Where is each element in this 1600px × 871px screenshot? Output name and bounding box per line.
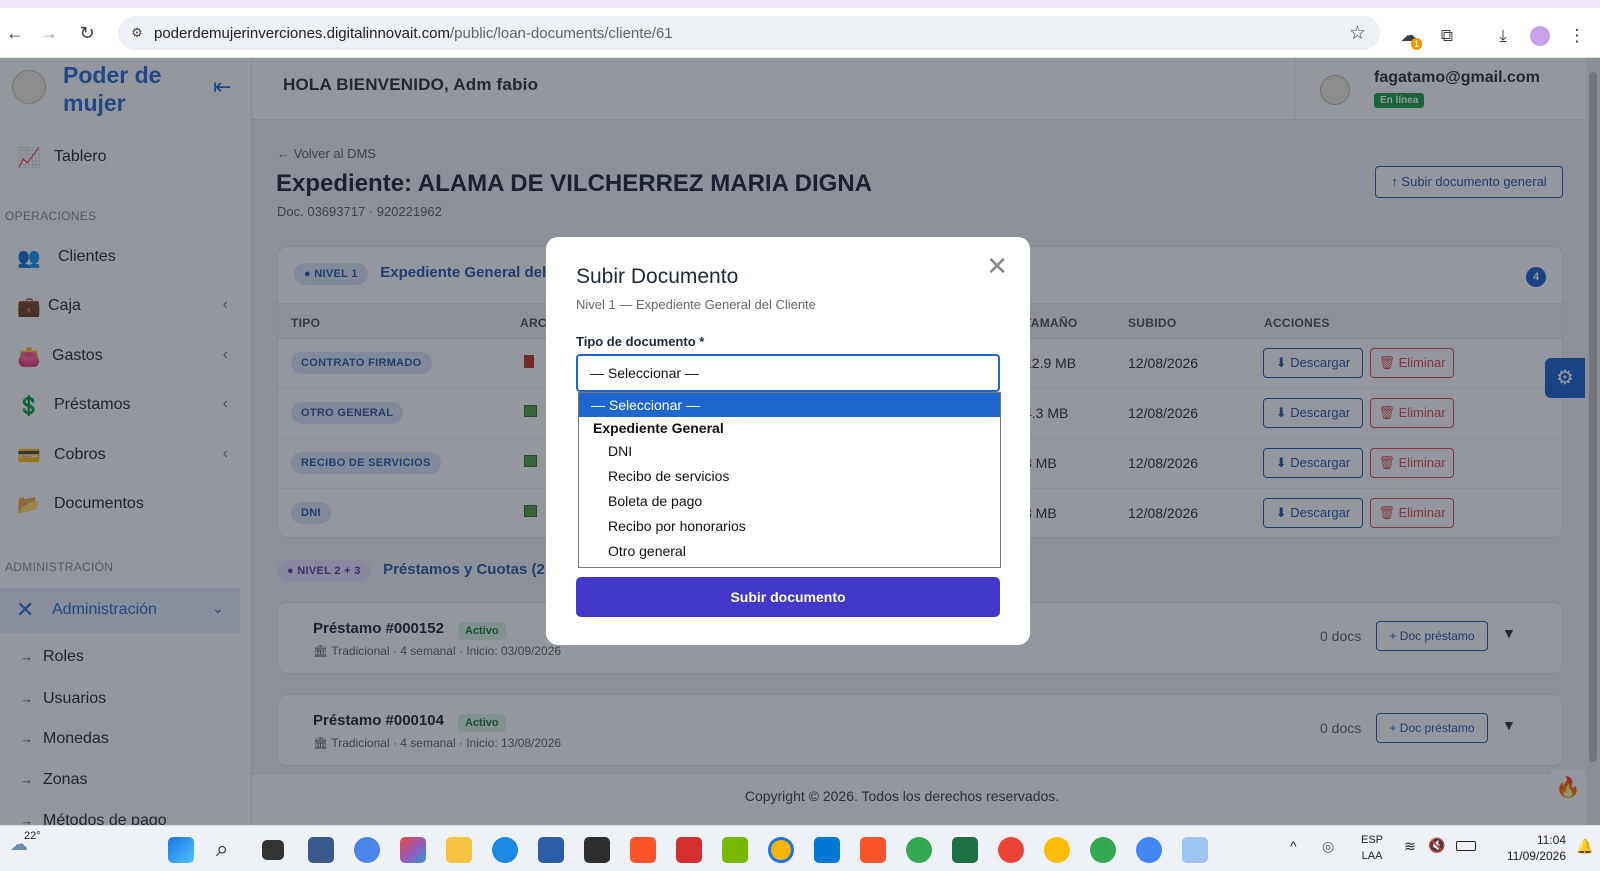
volume-muted-icon[interactable]: 🔇 bbox=[1428, 837, 1445, 854]
reload-icon[interactable]: ↻ bbox=[76, 22, 98, 44]
site-settings-icon[interactable]: ⚙ bbox=[128, 24, 146, 42]
app-icon[interactable] bbox=[584, 837, 610, 863]
document-type-select[interactable]: — Seleccionar — bbox=[576, 354, 1000, 392]
copilot-icon[interactable] bbox=[400, 837, 426, 863]
extension-icon[interactable]: ☁ 1 bbox=[1398, 25, 1422, 50]
bookmark-star-icon[interactable]: ☆ bbox=[1349, 22, 1366, 45]
chrome-icon[interactable] bbox=[768, 837, 794, 863]
tray-chevron-icon[interactable]: ^ bbox=[1290, 838, 1297, 854]
field-label: Tipo de documento * bbox=[576, 334, 705, 349]
brave-icon[interactable] bbox=[860, 837, 886, 863]
option-item[interactable]: Recibo por honorarios bbox=[579, 514, 1000, 538]
search-icon[interactable]: ⌕ bbox=[216, 836, 228, 862]
submit-upload-button[interactable]: Subir documento bbox=[576, 577, 1000, 617]
wifi-icon[interactable]: ≋ bbox=[1404, 838, 1416, 855]
chrome-icon[interactable] bbox=[1090, 837, 1116, 863]
weather-temp: 22° bbox=[24, 830, 41, 842]
store-icon[interactable] bbox=[538, 837, 564, 863]
brave-icon[interactable] bbox=[630, 837, 656, 863]
option-item[interactable]: DNI bbox=[579, 439, 1000, 463]
task-view-icon[interactable] bbox=[262, 840, 284, 860]
browser-toolbar: ← → ↻ ⚙ poderdemujerinverciones.digitali… bbox=[0, 8, 1600, 58]
os-taskbar: ☁ 22° ⌕ ^ ◎ ESP LAA ≋ 🔇 11:04 11/09/2026 🔔 bbox=[0, 825, 1600, 871]
document-type-options[interactable]: — Seleccionar — Expediente General DNI R… bbox=[578, 392, 1001, 568]
close-icon[interactable]: ✕ bbox=[986, 251, 1008, 282]
chrome-icon[interactable] bbox=[998, 837, 1024, 863]
option-item[interactable]: Recibo de servicios bbox=[579, 464, 1000, 488]
browser-tab-strip bbox=[0, 0, 1600, 8]
app-icon[interactable] bbox=[676, 837, 702, 863]
excel-icon[interactable] bbox=[952, 837, 978, 863]
clock[interactable]: 11:04 11/09/2026 bbox=[1490, 832, 1566, 864]
start-icon[interactable] bbox=[168, 837, 194, 863]
puzzle-icon[interactable]: ⧉ bbox=[1436, 25, 1458, 47]
download-icon[interactable]: ⤓ bbox=[1492, 25, 1514, 47]
language-indicator[interactable]: ESP LAA bbox=[1361, 832, 1383, 864]
modal-title: Subir Documento bbox=[576, 265, 739, 288]
back-icon[interactable]: ← bbox=[4, 22, 26, 44]
app-icon[interactable] bbox=[308, 837, 334, 863]
app-icon[interactable] bbox=[354, 837, 380, 863]
vscode-icon[interactable] bbox=[814, 837, 840, 863]
notification-bell-icon[interactable]: 🔔 bbox=[1576, 838, 1593, 855]
chrome-icon[interactable] bbox=[906, 837, 932, 863]
chrome-icon[interactable] bbox=[1136, 837, 1162, 863]
tray-app-icon[interactable]: ◎ bbox=[1322, 838, 1334, 855]
modal-subtitle: Nivel 1 — Expediente General del Cliente bbox=[576, 297, 816, 312]
optgroup-label: Expediente General bbox=[593, 420, 724, 436]
file-explorer-icon[interactable] bbox=[446, 837, 472, 863]
option-item[interactable]: Otro general bbox=[579, 539, 1000, 563]
battery-icon[interactable] bbox=[1456, 841, 1476, 851]
option-placeholder[interactable]: — Seleccionar — bbox=[579, 393, 1000, 417]
option-item[interactable]: Boleta de pago bbox=[579, 489, 1000, 513]
chrome-icon[interactable] bbox=[1044, 837, 1070, 863]
snipping-icon[interactable] bbox=[1182, 837, 1208, 863]
nvidia-icon[interactable] bbox=[722, 837, 748, 863]
forward-icon[interactable]: → bbox=[38, 22, 60, 44]
edge-icon[interactable] bbox=[492, 837, 518, 863]
address-bar[interactable]: ⚙ poderdemujerinverciones.digitalinnovai… bbox=[118, 16, 1380, 50]
menu-kebab-icon[interactable]: ⋮ bbox=[1566, 25, 1588, 47]
url-text[interactable]: poderdemujerinverciones.digitalinnovait.… bbox=[154, 25, 673, 42]
profile-avatar[interactable] bbox=[1530, 26, 1550, 46]
